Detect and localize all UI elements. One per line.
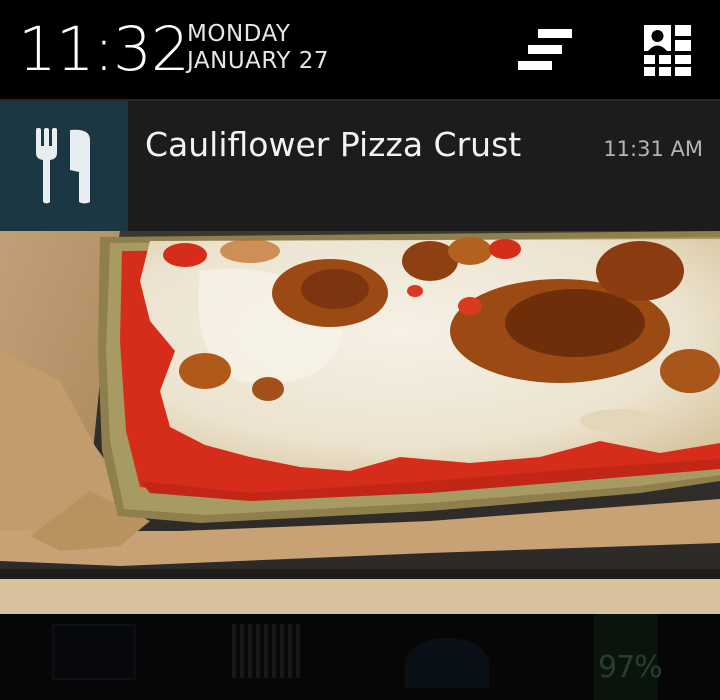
quick-settings-icon [644,25,691,76]
date-block[interactable]: MONDAY JANUARY 27 [187,21,329,75]
quick-settings-button[interactable] [636,22,700,78]
ghost-app-icon [52,624,136,680]
dimmed-launcher-underlay: 97% [0,614,720,700]
date-label: JANUARY 27 [187,48,330,74]
notification-big-picture[interactable] [0,231,720,614]
notification-shade-screen: 11:32 MONDAY JANUARY 27 Cauliflower Pizz… [0,0,720,700]
weekday-label: MONDAY [187,21,291,47]
battery-percent: 97% [598,650,663,685]
notification-card[interactable]: Cauliflower Pizza Crust 11:31 AM [0,101,720,231]
pizza-photo [0,231,720,614]
shade-header: 11:32 MONDAY JANUARY 27 [0,0,720,100]
clock[interactable]: 11:32 [18,14,190,86]
app-icon-box [0,101,128,231]
ghost-barcode-icon [232,624,300,678]
ghost-cloud-icon [405,638,489,688]
clear-all-icon [518,29,572,70]
fork-knife-icon [36,128,90,204]
notification-title: Cauliflower Pizza Crust [145,125,522,164]
clear-all-button[interactable] [512,22,576,78]
notification-time: 11:31 AM [603,137,703,161]
